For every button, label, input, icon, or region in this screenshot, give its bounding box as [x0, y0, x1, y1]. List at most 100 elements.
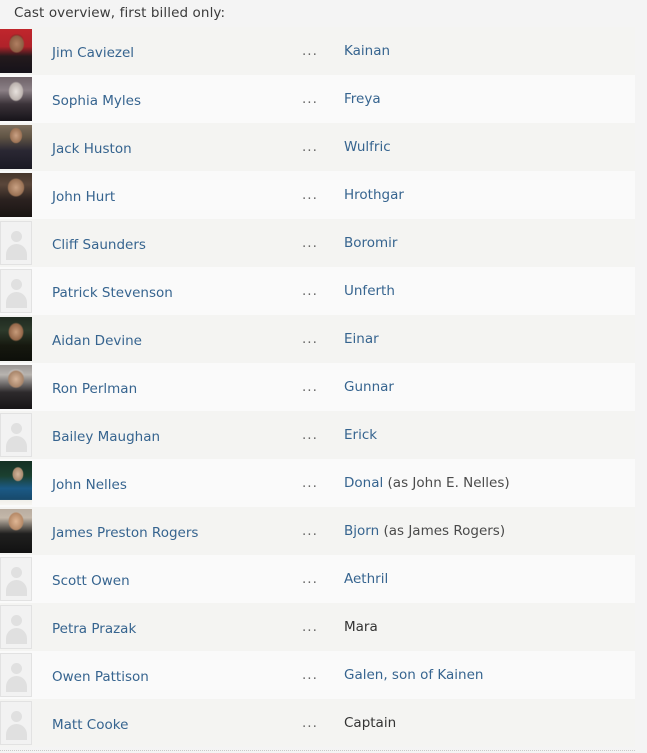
actor-name-link[interactable]: James Preston Rogers — [52, 525, 198, 541]
actor-name-link[interactable]: Ron Perlman — [52, 381, 137, 397]
actor-photo[interactable] — [0, 173, 32, 217]
character-name-link[interactable]: Unferth — [344, 283, 395, 299]
character-name-link[interactable]: Bjorn — [344, 523, 379, 539]
actor-name-cell: Cliff Saunders — [52, 219, 302, 267]
character-name-link[interactable]: Kainan — [344, 43, 390, 59]
actor-name-cell: James Preston Rogers — [52, 507, 302, 555]
actor-name-cell: Matt Cooke — [52, 699, 302, 747]
character-name-link[interactable]: Gunnar — [344, 379, 394, 395]
cast-row[interactable]: Owen Pattison... Galen, son of Kainen — [0, 651, 635, 699]
cast-row[interactable]: John Nelles... Donal (as John E. Nelles) — [0, 459, 635, 507]
cast-row[interactable]: Jim Caviezel... Kainan — [0, 27, 635, 75]
cast-row[interactable]: Matt Cooke... Captain — [0, 699, 635, 747]
cast-row[interactable]: Sophia Myles... Freya — [0, 75, 635, 123]
placeholder-avatar-icon[interactable] — [0, 221, 32, 265]
actor-thumbnail-cell[interactable] — [0, 315, 52, 363]
actor-thumbnail-cell[interactable] — [0, 555, 52, 603]
actor-name-link[interactable]: Owen Pattison — [52, 669, 149, 685]
character-name-link[interactable]: Erick — [344, 427, 377, 443]
actor-photo[interactable] — [0, 125, 32, 169]
character-name-cell: Wulfric — [344, 123, 635, 171]
character-name-text: Captain — [344, 715, 397, 731]
cast-panel: Cast overview, first billed only: Jim Ca… — [0, 0, 635, 747]
actor-name-link[interactable]: John Hurt — [52, 189, 115, 205]
actor-thumbnail-cell[interactable] — [0, 123, 52, 171]
actor-name-cell: Petra Prazak — [52, 603, 302, 651]
character-name-link[interactable]: Donal — [344, 475, 383, 491]
role-separator: ... — [302, 283, 318, 299]
character-name-link[interactable]: Boromir — [344, 235, 398, 251]
character-name-link[interactable]: Aethril — [344, 571, 388, 587]
actor-thumbnail-cell[interactable] — [0, 459, 52, 507]
table-bottom-divider — [0, 750, 635, 751]
actor-name-link[interactable]: Jack Huston — [52, 141, 132, 157]
cast-row[interactable]: Cliff Saunders... Boromir — [0, 219, 635, 267]
cast-row[interactable]: Jack Huston... Wulfric — [0, 123, 635, 171]
actor-photo[interactable] — [0, 509, 32, 553]
actor-photo[interactable] — [0, 365, 32, 409]
actor-photo[interactable] — [0, 29, 32, 73]
actor-name-link[interactable]: Patrick Stevenson — [52, 285, 173, 301]
actor-name-cell: John Hurt — [52, 171, 302, 219]
actor-name-link[interactable]: Scott Owen — [52, 573, 130, 589]
actor-photo[interactable] — [0, 317, 32, 361]
cast-row[interactable]: John Hurt... Hrothgar — [0, 171, 635, 219]
placeholder-avatar-icon[interactable] — [0, 605, 32, 649]
role-separator: ... — [302, 523, 318, 539]
cast-row[interactable]: Petra Prazak... Mara — [0, 603, 635, 651]
actor-thumbnail-cell[interactable] — [0, 27, 52, 75]
actor-name-link[interactable]: Cliff Saunders — [52, 237, 146, 253]
actor-name-link[interactable]: Bailey Maughan — [52, 429, 160, 445]
actor-name-cell: Aidan Devine — [52, 315, 302, 363]
actor-thumbnail-cell[interactable] — [0, 75, 52, 123]
character-name-link[interactable]: Freya — [344, 91, 381, 107]
character-name-link[interactable]: Galen, son of Kainen — [344, 667, 483, 683]
cast-row[interactable]: Scott Owen... Aethril — [0, 555, 635, 603]
character-name-link[interactable]: Einar — [344, 331, 379, 347]
role-separator: ... — [302, 475, 318, 491]
placeholder-avatar-icon[interactable] — [0, 413, 32, 457]
actor-thumbnail-cell[interactable] — [0, 219, 52, 267]
actor-name-cell: Bailey Maughan — [52, 411, 302, 459]
placeholder-avatar-icon[interactable] — [0, 653, 32, 697]
cast-row[interactable]: Ron Perlman... Gunnar — [0, 363, 635, 411]
character-name-link[interactable]: Hrothgar — [344, 187, 404, 203]
actor-name-cell: Patrick Stevenson — [52, 267, 302, 315]
actor-photo[interactable] — [0, 461, 32, 505]
character-name-cell: Freya — [344, 75, 635, 123]
actor-thumbnail-cell[interactable] — [0, 363, 52, 411]
character-name-text: Mara — [344, 619, 378, 635]
actor-name-link[interactable]: Aidan Devine — [52, 333, 142, 349]
role-separator: ... — [302, 331, 318, 347]
placeholder-avatar-icon[interactable] — [0, 269, 32, 313]
character-name-cell: Bjorn (as James Rogers) — [344, 507, 635, 555]
placeholder-avatar-icon[interactable] — [0, 557, 32, 601]
character-name-cell: Galen, son of Kainen — [344, 651, 635, 699]
cast-row[interactable]: Bailey Maughan... Erick — [0, 411, 635, 459]
actor-name-link[interactable]: John Nelles — [52, 477, 127, 493]
cast-row[interactable]: Aidan Devine... Einar — [0, 315, 635, 363]
cast-row[interactable]: James Preston Rogers... Bjorn (as James R… — [0, 507, 635, 555]
role-separator: ... — [302, 427, 318, 443]
character-name-cell: Boromir — [344, 219, 635, 267]
actor-thumbnail-cell[interactable] — [0, 267, 52, 315]
character-name-cell: Einar — [344, 315, 635, 363]
actor-thumbnail-cell[interactable] — [0, 171, 52, 219]
actor-thumbnail-cell[interactable] — [0, 603, 52, 651]
character-name-cell: Unferth — [344, 267, 635, 315]
actor-photo[interactable] — [0, 77, 32, 121]
character-name-cell: Aethril — [344, 555, 635, 603]
character-name-link[interactable]: Wulfric — [344, 139, 391, 155]
role-separator: ... — [302, 379, 318, 395]
credited-as-note: (as James Rogers) — [383, 523, 506, 539]
actor-name-link[interactable]: Petra Prazak — [52, 621, 136, 637]
cast-row[interactable]: Patrick Stevenson... Unferth — [0, 267, 635, 315]
placeholder-avatar-icon[interactable] — [0, 701, 32, 745]
actor-thumbnail-cell[interactable] — [0, 411, 52, 459]
actor-thumbnail-cell[interactable] — [0, 651, 52, 699]
actor-name-link[interactable]: Jim Caviezel — [52, 45, 134, 61]
actor-thumbnail-cell[interactable] — [0, 699, 52, 747]
actor-name-link[interactable]: Matt Cooke — [52, 717, 128, 733]
actor-name-link[interactable]: Sophia Myles — [52, 93, 141, 109]
actor-thumbnail-cell[interactable] — [0, 507, 52, 555]
